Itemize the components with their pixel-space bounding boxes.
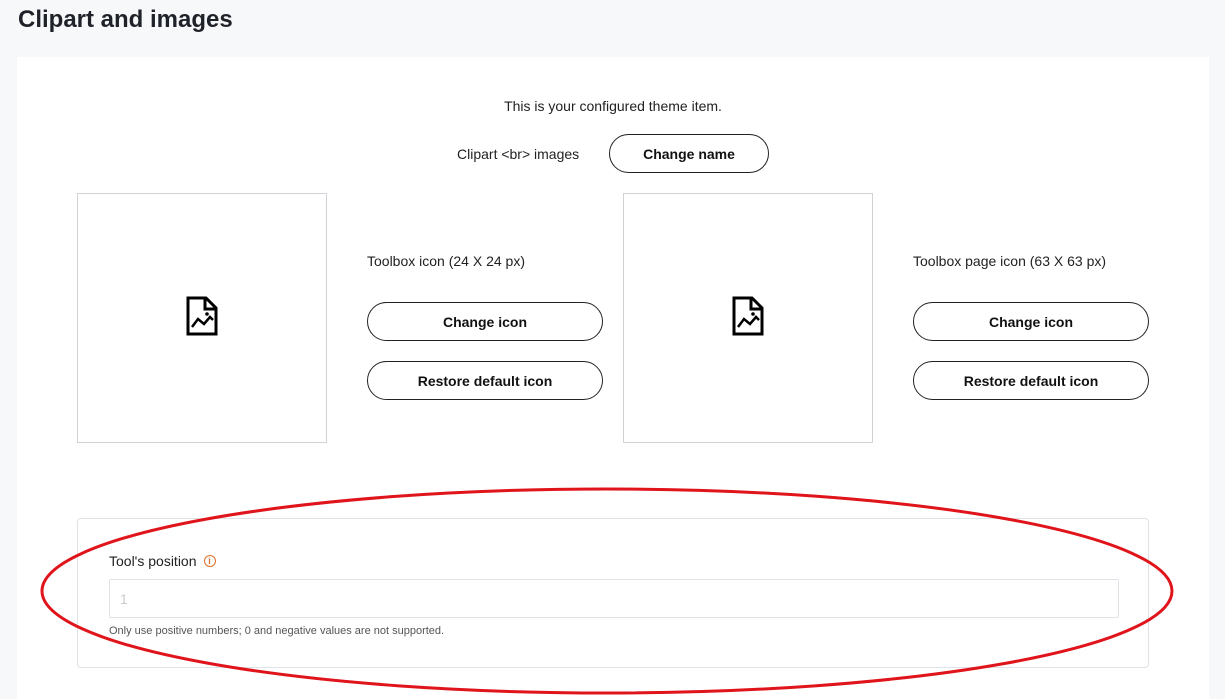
tool-position-input[interactable] (109, 579, 1119, 618)
image-file-icon (185, 296, 219, 341)
theme-item-name: Clipart <br> images (457, 146, 580, 162)
configured-theme-text: This is your configured theme item. (504, 98, 722, 114)
toolbox-page-icon-preview (623, 193, 873, 443)
image-file-icon (731, 296, 765, 341)
tool-position-hint: Only use positive numbers; 0 and negativ… (109, 625, 445, 637)
restore-toolbox-icon-button[interactable]: Restore default icon (367, 361, 603, 400)
change-name-button[interactable]: Change name (609, 134, 769, 173)
tool-position-label: Tool's position (109, 553, 197, 569)
change-toolbox-page-icon-button[interactable]: Change icon (913, 302, 1149, 341)
restore-toolbox-page-icon-button[interactable]: Restore default icon (913, 361, 1149, 400)
toolbox-icon-label: Toolbox icon (24 X 24 px) (367, 253, 525, 269)
info-icon[interactable]: i (203, 555, 216, 567)
page-title: Clipart and images (18, 6, 233, 33)
toolbox-icon-preview (77, 193, 327, 443)
tool-position-card: Tool's position i Only use positive numb… (77, 518, 1149, 668)
theme-item-panel: This is your configured theme item. Clip… (17, 57, 1209, 699)
tool-position-label-row: Tool's position i (109, 553, 216, 569)
toolbox-page-icon-label: Toolbox page icon (63 X 63 px) (913, 253, 1107, 269)
change-toolbox-icon-button[interactable]: Change icon (367, 302, 603, 341)
